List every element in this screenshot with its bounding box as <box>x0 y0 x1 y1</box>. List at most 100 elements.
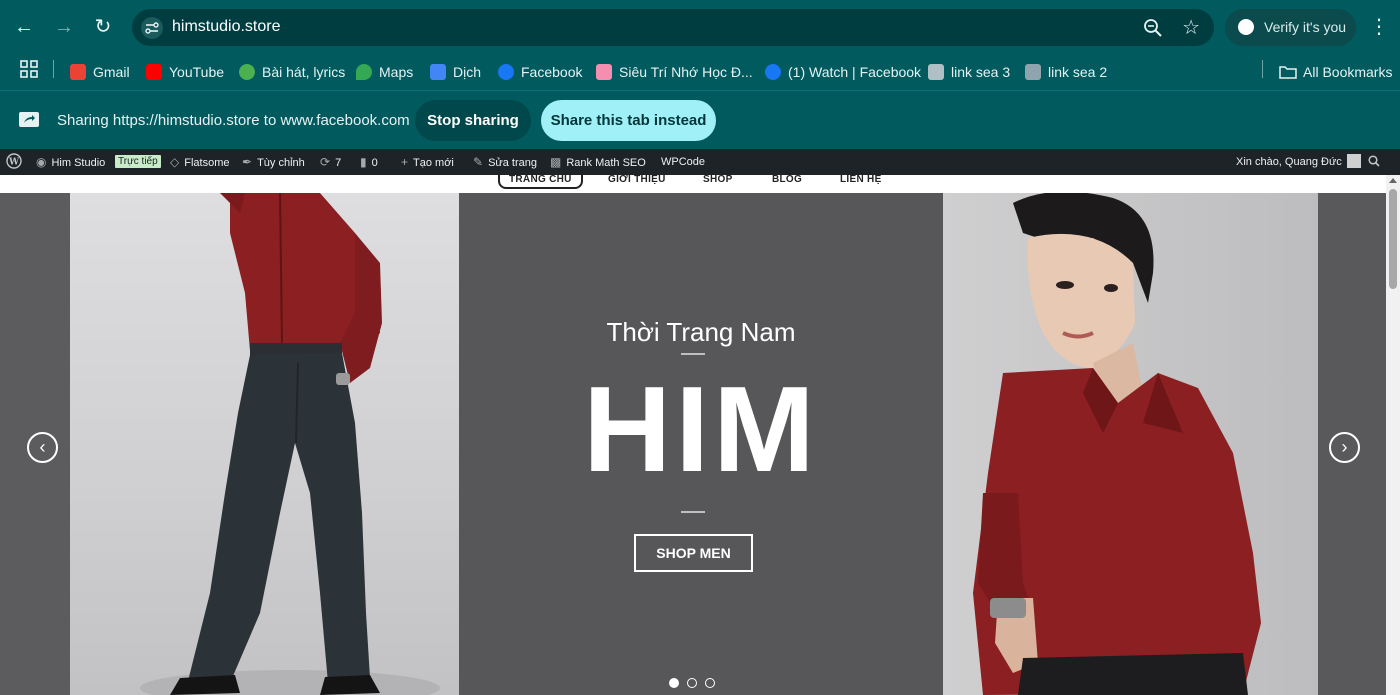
admin-comments[interactable]: ▮ 0 <box>360 149 378 175</box>
zoom-icon[interactable] <box>1142 17 1164 39</box>
screen-share-bar: Sharing https://himstudio.store to www.f… <box>0 90 1400 149</box>
address-bar[interactable]: himstudio.store ☆ <box>132 9 1214 46</box>
wp-admin-bar: W ◉ Him Studio Trực tiếp ◇ Flatsome ✒ Tùy c… <box>0 149 1400 175</box>
nav-blog[interactable]: BLOG <box>772 175 802 189</box>
live-badge: Trực tiếp <box>115 149 161 175</box>
admin-edit-page[interactable]: ✎ Sửa trang <box>473 149 537 175</box>
nav-gioi-thieu[interactable]: GIỚI THIỆU <box>608 175 666 189</box>
live-label: Trực tiếp <box>115 155 161 168</box>
bookmark-label: YouTube <box>169 64 225 80</box>
gmail-icon <box>70 64 86 80</box>
page-scrollbar[interactable] <box>1386 175 1400 695</box>
plus-icon: + <box>401 155 409 169</box>
hero-slider: Thời Trang Nam HIM SHOP MEN ‹ › <box>0 193 1386 695</box>
stop-sharing-button[interactable]: Stop sharing <box>415 100 531 141</box>
bookmark-youtube[interactable]: YouTube <box>146 59 224 85</box>
scrollbar-thumb[interactable] <box>1389 189 1397 289</box>
scroll-up-icon[interactable] <box>1389 178 1397 183</box>
screen-share-icon <box>19 112 39 127</box>
updates-count: 7 <box>335 157 342 169</box>
admin-account[interactable]: Xin chào, Quang Đức <box>1236 149 1361 175</box>
all-bookmarks-button[interactable]: All Bookmarks <box>1279 59 1392 85</box>
reload-icon[interactable]: ↻ <box>90 14 116 40</box>
comments-count: 0 <box>371 157 378 169</box>
slider-pagination <box>669 678 719 690</box>
bookmark-gmail[interactable]: Gmail <box>70 59 130 85</box>
facebook-icon <box>498 64 514 80</box>
page-icon <box>1025 64 1041 80</box>
bookmark-link-sea-3[interactable]: link sea 3 <box>928 59 1010 85</box>
admin-rank-math[interactable]: ▩ Rank Math SEO <box>550 149 646 175</box>
facebook-icon <box>765 64 781 80</box>
translate-icon <box>430 64 446 80</box>
back-icon[interactable]: ← <box>11 14 37 40</box>
nav-lien-he[interactable]: LIÊN HỆ <box>840 175 882 189</box>
svg-text:W: W <box>8 158 20 168</box>
admin-site-link[interactable]: ◉ Him Studio <box>36 149 105 175</box>
bookmarks-bar: Gmail YouTube Bài hát, lyrics Maps Dịch … <box>0 54 1400 90</box>
admin-search-icon[interactable] <box>1368 149 1380 175</box>
bookmark-facebook[interactable]: Facebook <box>498 59 582 85</box>
slide-dot-3[interactable] <box>705 678 715 688</box>
url-text[interactable]: himstudio.store <box>172 18 281 36</box>
hero-divider-bottom <box>681 511 705 513</box>
site-info-icon[interactable] <box>141 17 163 39</box>
admin-new[interactable]: + Tạo mới <box>401 149 454 175</box>
verify-label: Verify it's you <box>1264 19 1347 35</box>
diamond-icon: ◇ <box>170 155 180 169</box>
bookmarks-divider-right <box>1262 60 1263 78</box>
toolbar: ← → ↻ himstudio.store ☆ Verify it's you … <box>0 0 1400 54</box>
hero-subtitle: Thời Trang Nam <box>606 317 796 347</box>
bookmark-label: Siêu Trí Nhớ Học Đ... <box>619 64 753 80</box>
admin-flatsome-label: Flatsome <box>184 157 230 169</box>
bookmark-star-icon[interactable]: ☆ <box>1182 15 1200 40</box>
profile-avatar <box>1238 19 1254 35</box>
slide-dot-1[interactable] <box>669 678 679 688</box>
bookmark-label: (1) Watch | Facebook <box>788 64 922 80</box>
avatar <box>1346 154 1361 168</box>
brain-icon <box>596 64 612 80</box>
bookmark-lyrics[interactable]: Bài hát, lyrics <box>239 59 345 85</box>
model-portrait-image <box>973 193 1261 695</box>
folder-icon <box>1279 66 1297 79</box>
bookmark-label: Gmail <box>93 64 130 80</box>
slider-prev-button[interactable]: ‹ <box>27 432 58 463</box>
bookmark-translate[interactable]: Dịch <box>430 59 481 85</box>
shop-men-button[interactable]: SHOP MEN <box>634 534 753 572</box>
nav-trang-chu[interactable]: TRANG CHỦ <box>498 175 583 189</box>
youtube-icon <box>146 64 162 80</box>
bookmark-watch-facebook[interactable]: (1) Watch | Facebook <box>765 59 921 85</box>
admin-flatsome[interactable]: ◇ Flatsome <box>170 149 229 175</box>
admin-wpcode-label: WPCode <box>661 156 706 168</box>
model-photo-right <box>943 193 1318 695</box>
profile-verify-button[interactable]: Verify it's you <box>1225 9 1356 46</box>
nav-shop[interactable]: SHOP <box>703 175 733 189</box>
share-message: Sharing https://himstudio.store to www.f… <box>57 112 410 129</box>
slide-dot-2[interactable] <box>687 678 697 688</box>
bookmark-maps[interactable]: Maps <box>356 59 413 85</box>
admin-updates[interactable]: ⟳ 7 <box>320 149 341 175</box>
greeting-label: Xin chào, Quang Đức <box>1236 156 1342 168</box>
hero-content: Thời Trang Nam HIM SHOP MEN <box>459 193 943 695</box>
chart-icon: ▩ <box>550 155 562 169</box>
model-full-body-image <box>140 193 440 695</box>
more-menu-icon[interactable]: ⋮ <box>1368 14 1390 40</box>
admin-customize[interactable]: ✒ Tùy chỉnh <box>242 149 305 175</box>
all-bookmarks-label: All Bookmarks <box>1303 64 1393 80</box>
slider-next-button[interactable]: › <box>1329 432 1360 463</box>
admin-wpcode[interactable]: WPCode <box>661 149 705 175</box>
bookmark-label: Facebook <box>521 64 583 80</box>
admin-site-label: Him Studio <box>51 157 106 169</box>
hero-divider-top <box>681 353 705 355</box>
share-this-tab-button[interactable]: Share this tab instead <box>541 100 716 141</box>
bookmark-label: link sea 3 <box>951 64 1011 80</box>
dashboard-icon: ◉ <box>36 155 47 169</box>
admin-new-label: Tạo mới <box>413 157 454 169</box>
wordpress-logo-icon[interactable]: W <box>6 149 22 175</box>
pencil-icon: ✎ <box>473 155 484 169</box>
updates-icon: ⟳ <box>320 155 331 169</box>
admin-edit-label: Sửa trang <box>488 157 538 169</box>
forward-icon[interactable]: → <box>51 14 77 40</box>
bookmark-link-sea-2[interactable]: link sea 2 <box>1025 59 1107 85</box>
bookmark-sieu-tri-nho[interactable]: Siêu Trí Nhớ Học Đ... <box>596 59 753 85</box>
